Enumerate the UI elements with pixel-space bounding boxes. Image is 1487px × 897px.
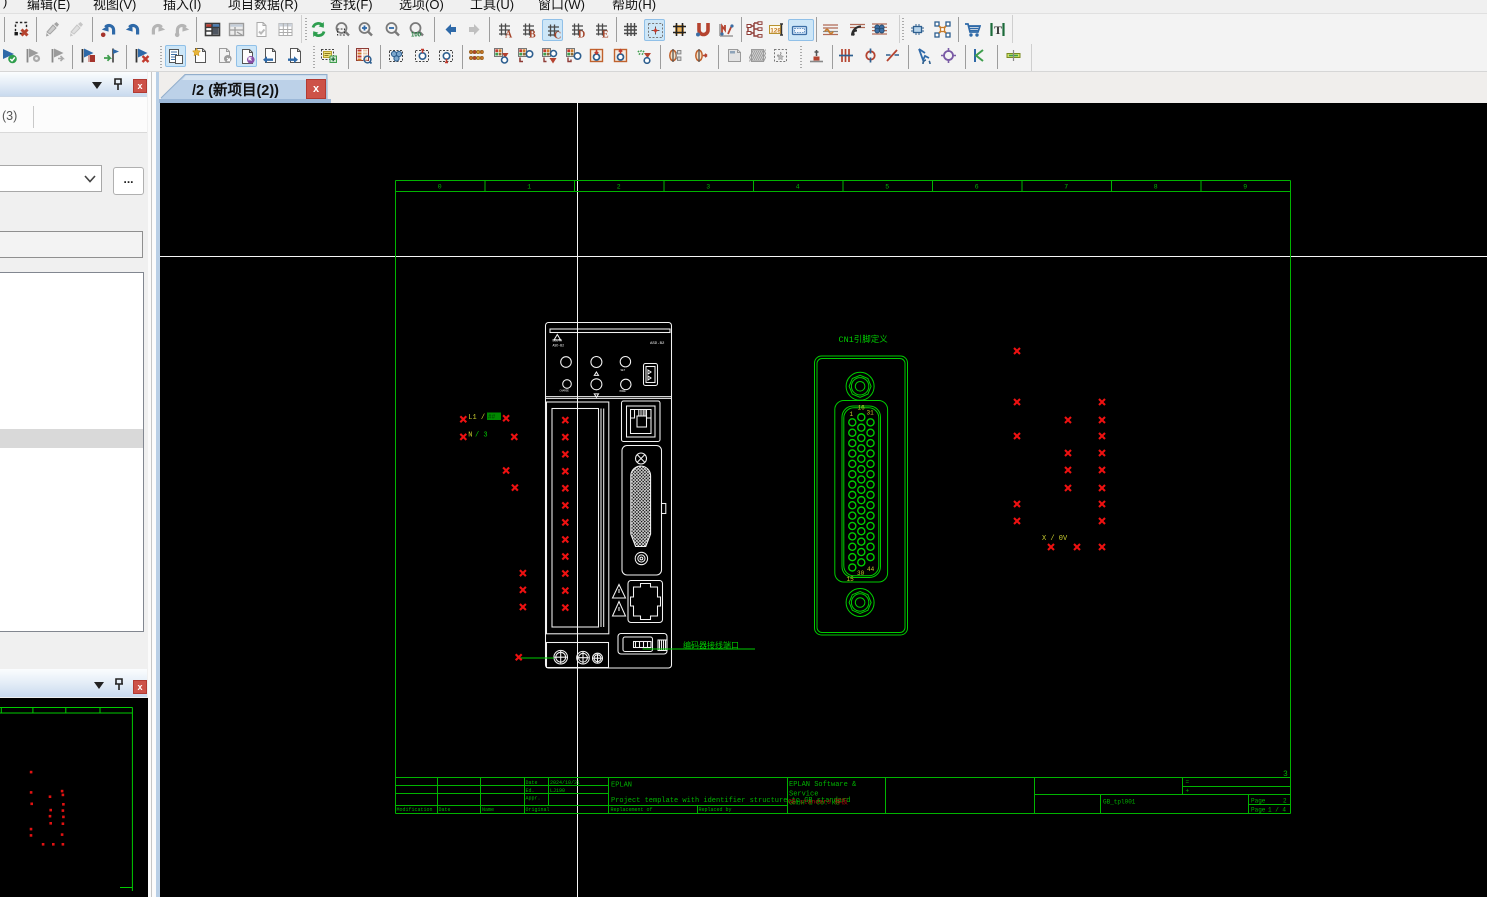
- svg-text:MODE: MODE: [620, 390, 627, 393]
- svg-text:2: 2: [1283, 798, 1287, 805]
- svg-text:A: A: [505, 30, 513, 39]
- svg-text:4: 4: [796, 184, 800, 191]
- svg-text:5: 5: [885, 184, 889, 191]
- svg-text:GB standard 样板: GB standard 样板: [788, 797, 848, 806]
- svg-text:ASD-B2: ASD-B2: [650, 342, 665, 346]
- svg-text:Page: Page: [1251, 807, 1266, 814]
- svg-text:100: 100: [411, 33, 422, 39]
- svg-text:2024/10/31: 2024/10/31: [550, 780, 580, 786]
- svg-text:L1 /: L1 /: [468, 414, 485, 422]
- svg-text:##: ##: [488, 414, 496, 421]
- svg-text:8: 8: [1154, 184, 1158, 191]
- svg-text:ASD-B2: ASD-B2: [553, 344, 565, 348]
- svg-text:CHARGE: CHARGE: [560, 390, 570, 393]
- svg-text:1: 1: [527, 184, 531, 191]
- svg-text:Name: Name: [482, 807, 494, 813]
- svg-text:44: 44: [867, 566, 875, 573]
- svg-text:/ 3: / 3: [475, 432, 488, 440]
- svg-text:+: +: [1186, 788, 1190, 795]
- svg-text:15: 15: [847, 576, 855, 583]
- svg-text:7: 7: [1064, 184, 1068, 191]
- svg-text:1: 1: [850, 411, 854, 418]
- svg-text:Date: Date: [526, 780, 538, 786]
- svg-text:LJ190: LJ190: [550, 788, 565, 794]
- svg-text:31: 31: [867, 410, 875, 417]
- svg-text:=: =: [1186, 779, 1190, 786]
- svg-text:B: B: [529, 30, 536, 39]
- svg-text:3: 3: [706, 184, 710, 191]
- svg-text:9: 9: [1243, 184, 1247, 191]
- svg-text:3: 3: [1283, 770, 1288, 779]
- svg-text:EPLAN Software &: EPLAN Software &: [789, 781, 857, 789]
- svg-text:编码器接线端口: 编码器接线端口: [683, 640, 739, 651]
- svg-text:Page: Page: [1251, 798, 1266, 805]
- svg-text:DELTA: DELTA: [553, 339, 563, 343]
- svg-text:Replaced by: Replaced by: [699, 807, 732, 813]
- svg-text:Original: Original: [526, 807, 550, 813]
- svg-text:Replacement of: Replacement of: [611, 807, 653, 813]
- svg-text:Modification: Modification: [397, 807, 433, 813]
- svg-text:T: T: [994, 23, 1002, 37]
- svg-text:16: 16: [858, 405, 866, 412]
- svg-text:Appr.: Appr.: [526, 796, 541, 802]
- svg-text:Ed.: Ed.: [526, 788, 535, 794]
- svg-text:1 / 4: 1 / 4: [1268, 807, 1286, 814]
- svg-text:X / 0V: X / 0V: [1042, 535, 1068, 543]
- svg-text:0: 0: [438, 184, 442, 191]
- svg-text:2: 2: [617, 184, 621, 191]
- svg-text:D: D: [578, 30, 585, 39]
- svg-text:Date: Date: [439, 807, 451, 813]
- svg-text:6: 6: [975, 184, 979, 191]
- svg-text:SET: SET: [621, 369, 626, 372]
- svg-text:EPLAN: EPLAN: [611, 782, 632, 790]
- svg-text:E: E: [602, 30, 609, 39]
- svg-text:CN1引脚定义: CN1引脚定义: [839, 334, 889, 345]
- svg-text:N: N: [468, 432, 472, 440]
- svg-text:GB_tpl001: GB_tpl001: [1103, 799, 1136, 806]
- svg-text:C: C: [554, 31, 561, 40]
- svg-text:30: 30: [857, 570, 865, 577]
- svg-text:128: 128: [770, 27, 781, 34]
